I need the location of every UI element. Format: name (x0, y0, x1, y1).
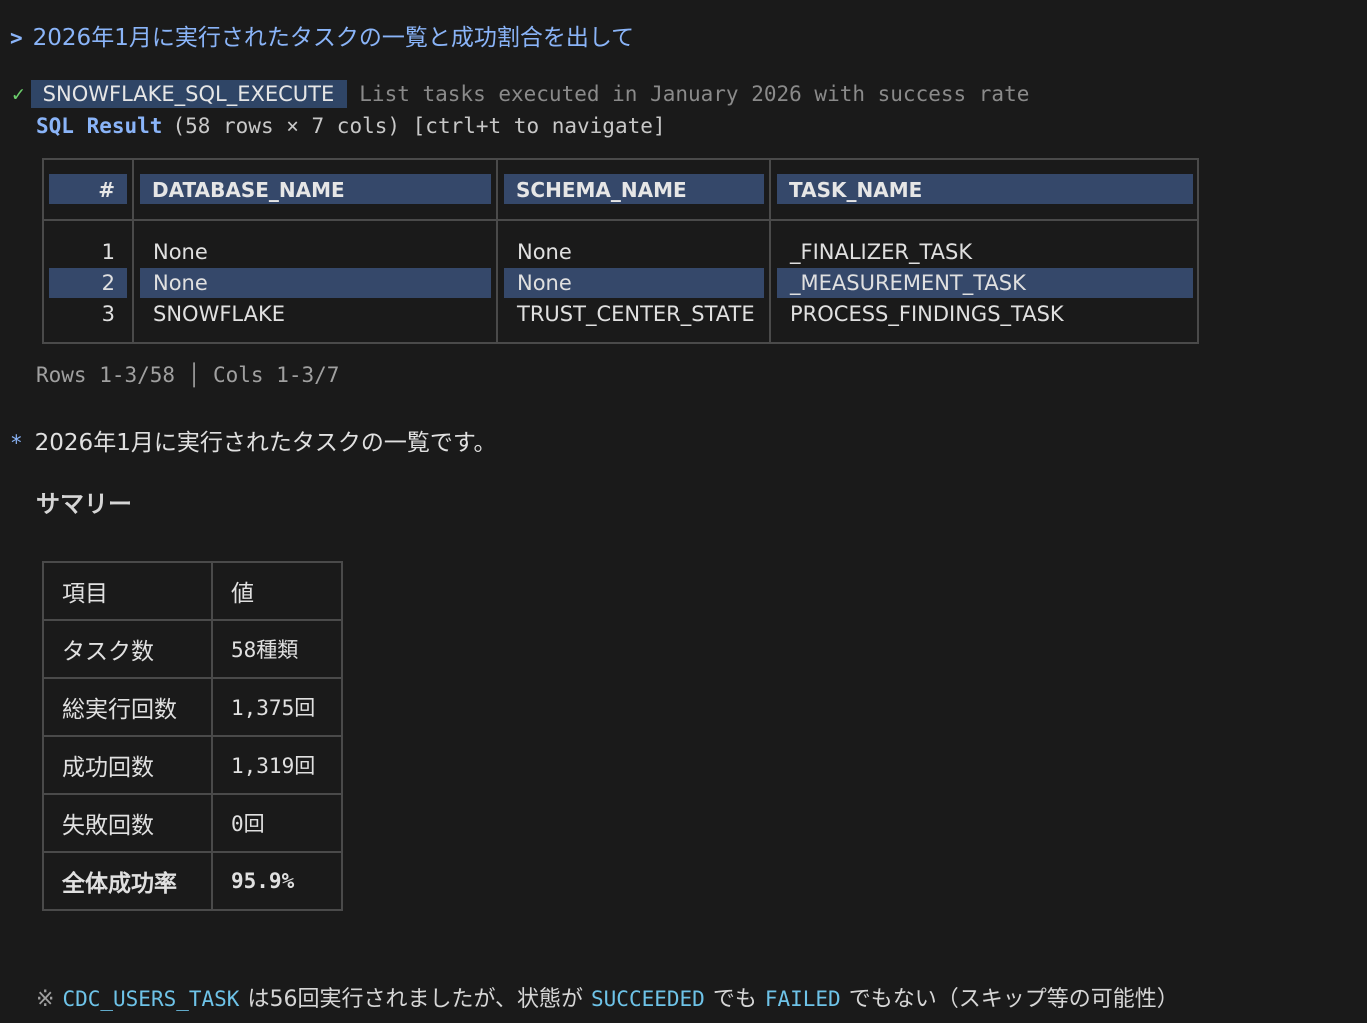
schema-name-cell: None (517, 271, 572, 295)
summary-table: 項目 値 タスク数 58種類 総実行回数 1,375回 成功回数 1,319回 … (42, 561, 343, 911)
summary-key: 失敗回数 (42, 793, 213, 853)
summary-value: 95.9% (211, 851, 343, 911)
user-prompt: >2026年1月に実行されたタスクの一覧と成功割合を出して (10, 18, 634, 52)
summary-row: 成功回数 1,319回 (42, 735, 343, 795)
summary-header-value: 値 (211, 561, 343, 621)
tool-call-line: ✓ SNOWFLAKE_SQL_EXECUTE List tasks execute… (12, 80, 1030, 108)
column-header-database-name[interactable]: DATABASE_NAME (140, 174, 491, 204)
grid-header-divider (42, 219, 1199, 221)
summary-key: 総実行回数 (42, 677, 213, 737)
summary-row: 全体成功率 95.9% (42, 851, 343, 911)
state-code: FAILED (764, 987, 841, 1011)
summary-heading: サマリー (36, 490, 132, 518)
grid-divider (496, 158, 498, 344)
database-name-cell: None (153, 240, 208, 264)
note-text: は56回実行されましたが、状態が (247, 987, 584, 1012)
summary-value: 58種類 (211, 619, 343, 679)
sql-result-line: SQL Result (58 rows × 7 cols) [ctrl+t to … (36, 114, 666, 138)
summary-row: 失敗回数 0回 (42, 793, 343, 853)
schema-name-cell: TRUST_CENTER_STATE (517, 302, 755, 326)
note-text: でも (712, 987, 757, 1012)
summary-key: 全体成功率 (42, 851, 213, 911)
grid-divider (769, 158, 771, 344)
state-code: SUCCEEDED (591, 987, 705, 1011)
row-index: 1 (101, 240, 115, 264)
column-header-task-name[interactable]: TASK_NAME (777, 174, 1193, 204)
database-name-cell: SNOWFLAKE (153, 302, 285, 326)
database-name-cell: None (153, 271, 208, 295)
summary-key: タスク数 (42, 619, 213, 679)
task-name-cell: _MEASUREMENT_TASK (790, 271, 1026, 295)
grid-divider (132, 158, 134, 344)
prompt-text: 2026年1月に実行されたタスクの一覧と成功割合を出して (32, 25, 635, 51)
bullet-icon: * (10, 431, 23, 455)
task-name-code: CDC_USERS_TASK (62, 987, 240, 1011)
assistant-answer: * 2026年1月に実行されたタスクの一覧です。 (10, 423, 497, 457)
answer-text: 2026年1月に実行されたタスクの一覧です。 (34, 430, 497, 456)
note-mark: ※ (36, 987, 55, 1012)
task-name-cell: _FINALIZER_TASK (790, 240, 973, 264)
summary-value: 0回 (211, 793, 343, 853)
chevron-right-icon: > (10, 26, 23, 50)
tool-description: List tasks executed in January 2026 with… (359, 82, 1030, 106)
pagination-status: Rows 1-3/58 │ Cols 1-3/7 (36, 363, 340, 387)
summary-key: 成功回数 (42, 735, 213, 795)
tool-name-chip[interactable]: SNOWFLAKE_SQL_EXECUTE (30, 80, 348, 108)
row-index: 3 (101, 302, 115, 326)
note-text: でもない（スキップ等の可能性） (848, 987, 1179, 1012)
column-header-schema-name[interactable]: SCHEMA_NAME (504, 174, 764, 204)
summary-header-key: 項目 (42, 561, 213, 621)
task-name-cell: PROCESS_FINDINGS_TASK (790, 302, 1064, 326)
summary-header-row: 項目 値 (42, 561, 343, 621)
column-header-index[interactable]: # (49, 174, 127, 204)
schema-name-cell: None (517, 240, 572, 264)
summary-value: 1,375回 (211, 677, 343, 737)
summary-row: タスク数 58種類 (42, 619, 343, 679)
sql-result-label: SQL Result (36, 114, 163, 138)
sql-result-info: (58 rows × 7 cols) [ctrl+t to navigate] (172, 114, 666, 138)
note-line: ※ CDC_USERS_TASK は56回実行されましたが、状態が SUCCEEDED… (36, 981, 1179, 1013)
summary-row: 総実行回数 1,375回 (42, 677, 343, 737)
summary-value: 1,319回 (211, 735, 343, 795)
check-icon: ✓ (12, 82, 25, 106)
row-index: 2 (101, 271, 115, 295)
